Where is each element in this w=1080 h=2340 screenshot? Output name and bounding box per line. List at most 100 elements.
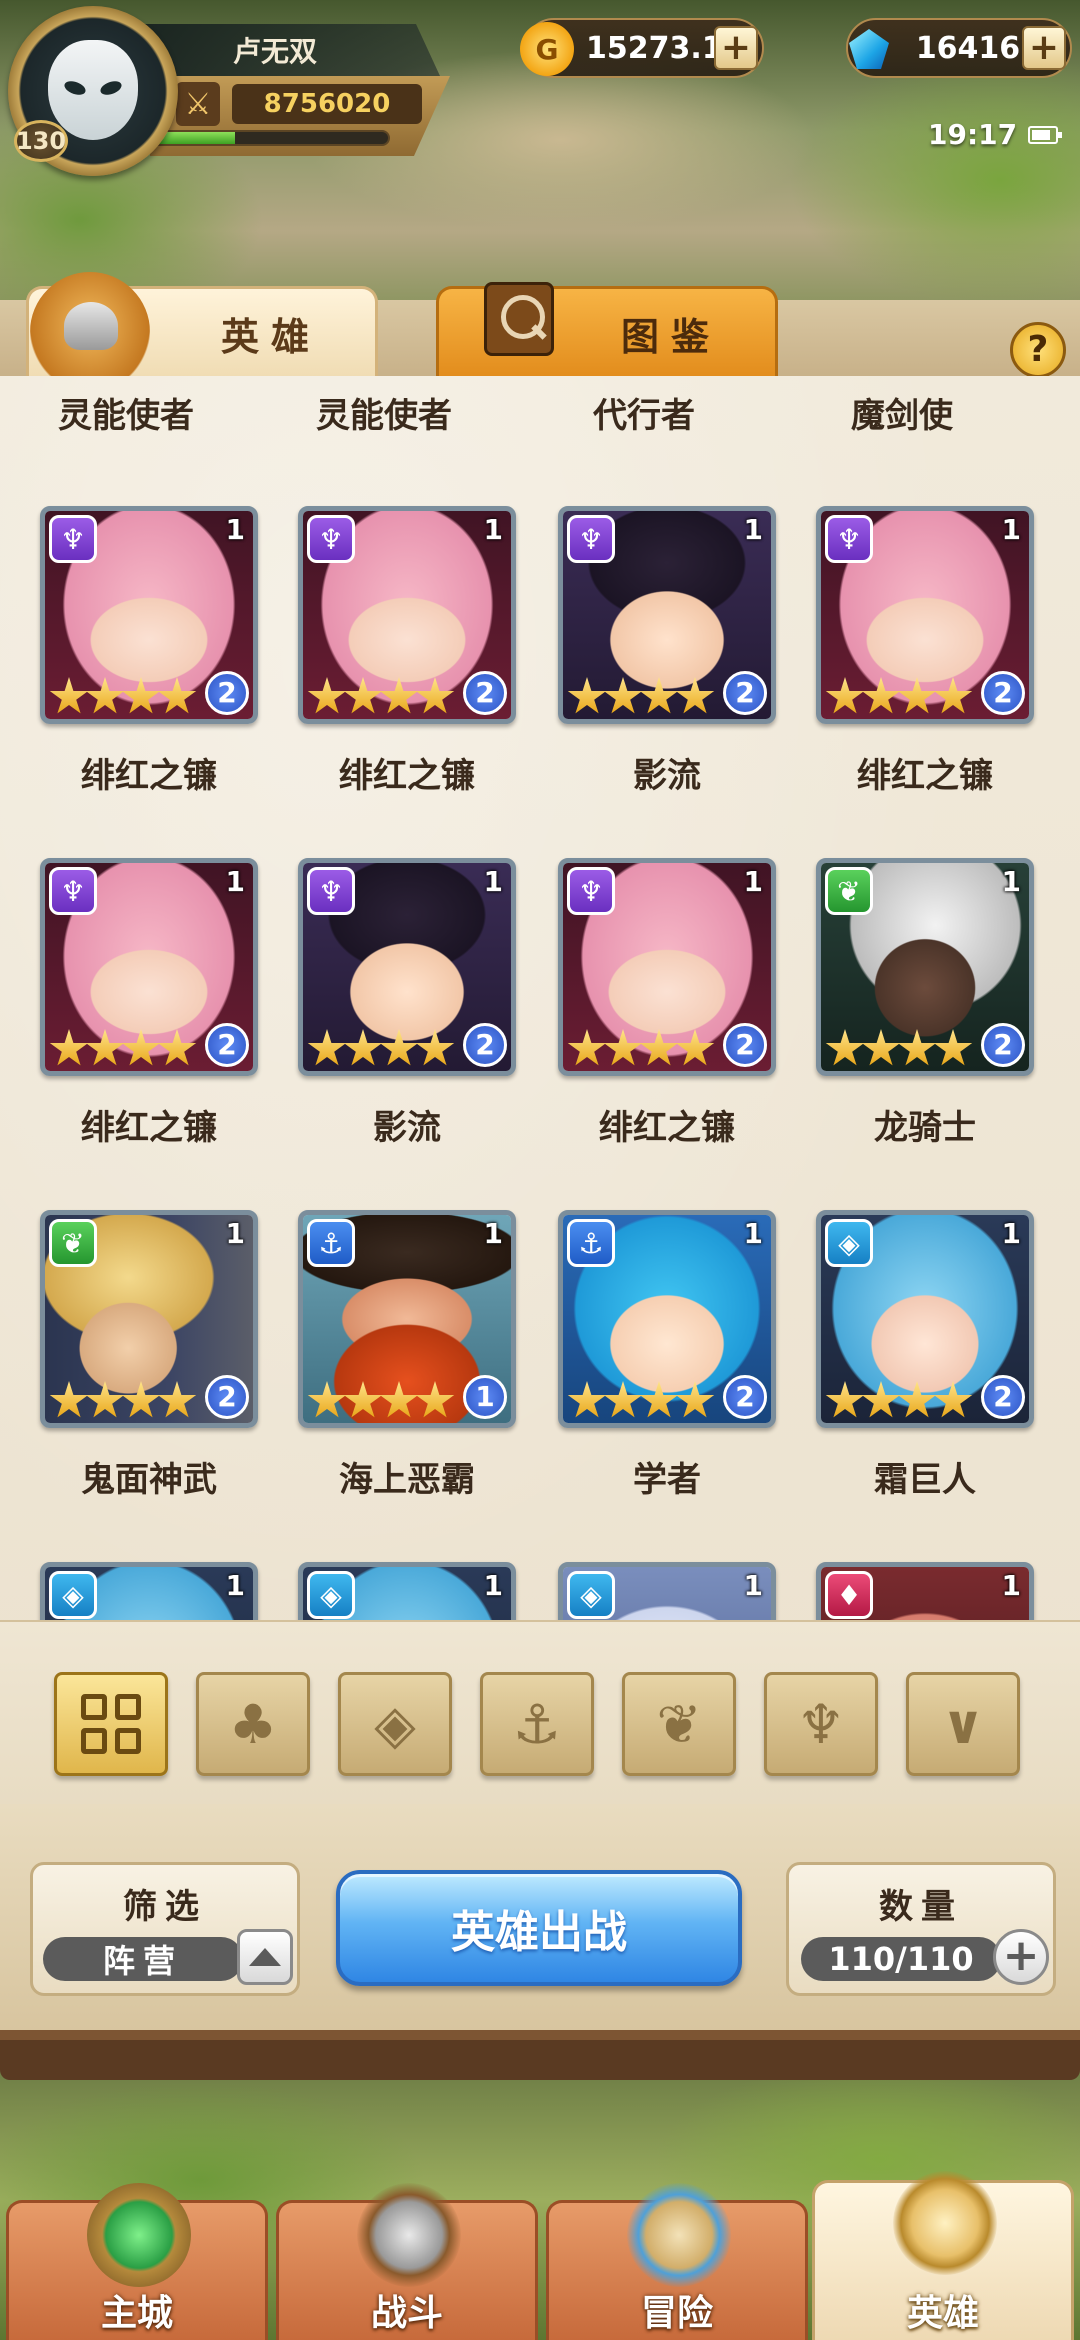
hero-grid[interactable]: 灵能使者 灵能使者 代行者 魔剑使 ♆ 1 2 绯红之镰 ♆ 1 2 绯红之镰 ♆ 1 2 影流 ♆ 1 2 绯红之镰… [0, 376, 1080, 1620]
hero-rank-badge: 2 [981, 1023, 1025, 1067]
hero-card[interactable]: ♆ 1 2 [298, 506, 516, 724]
beast-faction-icon: ❦ [656, 1692, 702, 1756]
filter-demon-button[interactable]: ♆ [764, 1672, 878, 1776]
hero-card[interactable]: ◈ 1 [40, 1562, 258, 1620]
crossed-swords-icon [357, 2183, 461, 2287]
star-icon [49, 677, 89, 714]
hero-name: 灵能使者 [58, 396, 194, 436]
battery-icon [1028, 126, 1062, 144]
star-icon [861, 677, 901, 714]
expand-capacity-button[interactable]: + [993, 1929, 1049, 1985]
nav-main-city[interactable]: 主城 [6, 2183, 268, 2340]
hero-name: 鬼面神武 [81, 1460, 217, 1500]
nav-heroes[interactable]: 英雄 [812, 2171, 1074, 2340]
star-icon [567, 1029, 607, 1066]
hero-card[interactable]: ◈ 1 [298, 1562, 516, 1620]
castle-icon [87, 2183, 191, 2287]
hero-name: 绯红之镰 [81, 1108, 217, 1148]
hero-stars [49, 1029, 197, 1069]
player-level: 130 [14, 120, 68, 162]
star-icon [567, 1381, 607, 1418]
hero-copy-count: 1 [743, 513, 763, 546]
star-icon [307, 1381, 347, 1418]
filter-abyss-button[interactable]: ∨ [906, 1672, 1020, 1776]
anchor-faction-icon: ⚓ [512, 1692, 562, 1756]
hero-card[interactable]: ⚓ 1 2 [558, 1210, 776, 1428]
order-faction-icon: ◈ [307, 1571, 355, 1619]
count-title: 数量 [879, 1887, 963, 1927]
hero-rank-badge: 2 [463, 1023, 507, 1067]
hero-stars [49, 677, 197, 717]
hero-copy-count: 1 [225, 865, 245, 898]
star-icon [675, 1381, 715, 1418]
demon-faction-icon: ♆ [307, 867, 355, 915]
deploy-heroes-button[interactable]: 英雄出战 [336, 1870, 742, 1986]
hero-name: 学者 [633, 1460, 701, 1500]
filter-select[interactable]: 阵营 [43, 1937, 243, 1981]
order-faction-icon: ◈ [825, 1219, 873, 1267]
hero-stars [307, 1381, 455, 1421]
filter-box: 筛选 阵营 [30, 1862, 300, 1996]
hero-card[interactable]: ◈ 1 [558, 1562, 776, 1620]
hero-helmet-icon [893, 2171, 997, 2275]
hero-card[interactable]: ⚓ 1 1 [298, 1210, 516, 1428]
star-icon [933, 1381, 973, 1418]
star-icon [897, 1381, 937, 1418]
star-icon [675, 1029, 715, 1066]
star-icon [307, 1029, 347, 1066]
filter-toggle-button[interactable] [237, 1929, 293, 1985]
star-icon [415, 1381, 455, 1418]
hero-copy-count: 1 [225, 1569, 245, 1602]
hero-name: 霜巨人 [874, 1460, 976, 1500]
hero-count: 110/110 [801, 1937, 1001, 1981]
hero-card[interactable]: ♆ 1 2 [558, 858, 776, 1076]
add-gold-button[interactable]: + [714, 26, 758, 70]
gold-currency: G 15273.1K + [520, 18, 764, 78]
star-icon [639, 677, 679, 714]
hero-name: 绯红之镰 [599, 1108, 735, 1148]
hero-stars [567, 677, 715, 717]
hero-rank-badge: 1 [463, 1375, 507, 1419]
mask-avatar-icon [48, 40, 138, 140]
hero-rank-badge: 2 [981, 671, 1025, 715]
filter-sea-button[interactable]: ⚓ [480, 1672, 594, 1776]
hero-rank-badge: 2 [205, 1375, 249, 1419]
diamond-faction-icon: ◈ [374, 1692, 416, 1756]
hero-card[interactable]: ♆ 1 2 [40, 506, 258, 724]
demon-faction-icon: ♆ [825, 515, 873, 563]
hero-rank-badge: 2 [463, 671, 507, 715]
star-icon [825, 1029, 865, 1066]
wing-faction-icon: ∨ [941, 1692, 985, 1756]
help-button[interactable]: ? [1010, 322, 1066, 378]
hero-card[interactable]: ♆ 1 2 [40, 858, 258, 1076]
star-icon [157, 1381, 197, 1418]
star-icon [603, 1381, 643, 1418]
hero-stars [825, 1029, 973, 1069]
nav-label: 英雄 [906, 2293, 979, 2334]
star-icon [157, 1029, 197, 1066]
hero-name: 代行者 [593, 396, 695, 436]
star-icon [49, 1029, 89, 1066]
star-icon [121, 677, 161, 714]
filter-order-button[interactable]: ◈ [338, 1672, 452, 1776]
nav-battle[interactable]: 战斗 [276, 2183, 538, 2340]
hero-card[interactable]: ♆ 1 2 [558, 506, 776, 724]
order-faction-icon: ◈ [567, 1571, 615, 1619]
hero-card[interactable]: ♦ 1 [816, 1562, 1034, 1620]
filter-title: 筛选 [123, 1887, 207, 1927]
hero-card[interactable]: ♆ 1 2 [298, 858, 516, 1076]
order-faction-icon: ◈ [49, 1571, 97, 1619]
hero-card[interactable]: ◈ 1 2 [816, 1210, 1034, 1428]
filter-beast-button[interactable]: ❦ [622, 1672, 736, 1776]
filter-all-button[interactable] [54, 1672, 168, 1776]
filter-forest-button[interactable]: ♣ [196, 1672, 310, 1776]
hero-card[interactable]: ♆ 1 2 [816, 506, 1034, 724]
star-icon [85, 1381, 125, 1418]
nav-adventure[interactable]: 冒险 [546, 2183, 808, 2340]
star-icon [343, 1029, 383, 1066]
status-time: 19:17 [928, 118, 1018, 151]
hero-card[interactable]: ❦ 1 2 [40, 1210, 258, 1428]
hero-card[interactable]: ❦ 1 2 [816, 858, 1034, 1076]
add-gems-button[interactable]: + [1022, 26, 1066, 70]
hero-copy-count: 1 [743, 1217, 763, 1250]
